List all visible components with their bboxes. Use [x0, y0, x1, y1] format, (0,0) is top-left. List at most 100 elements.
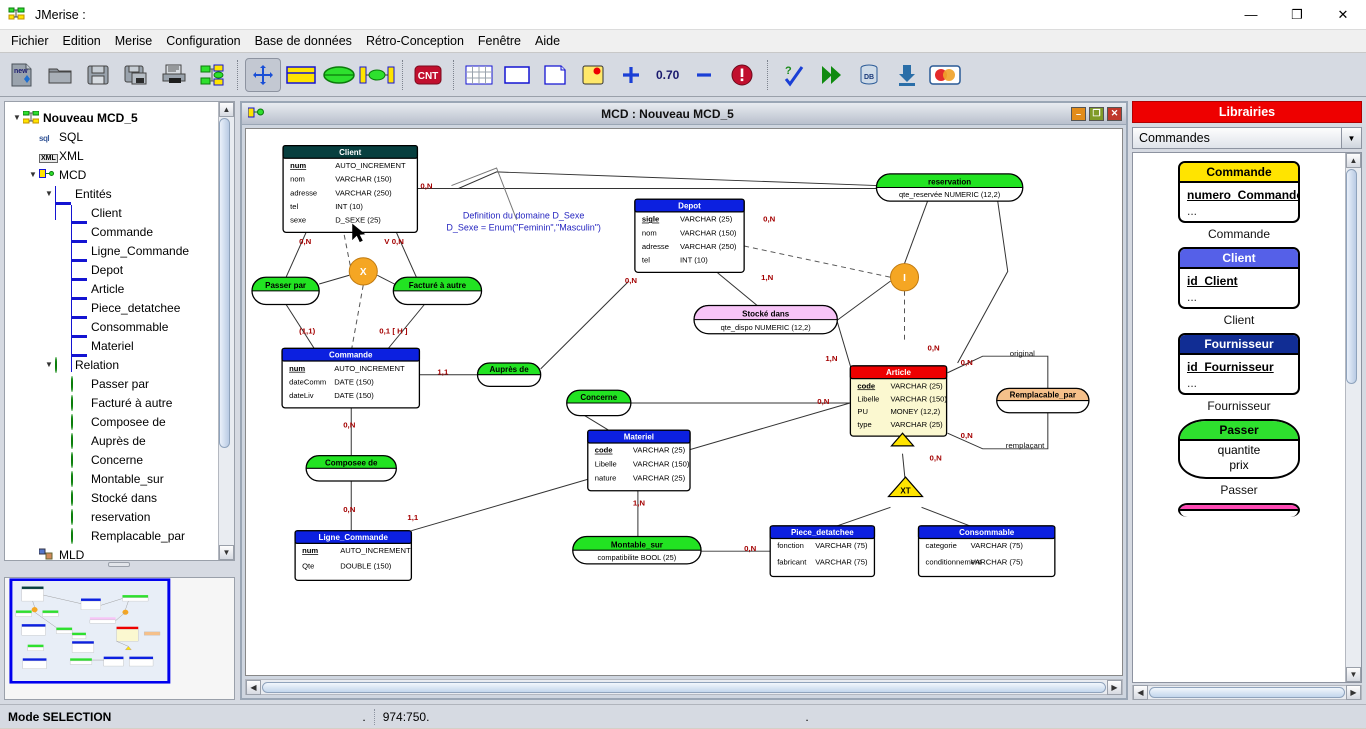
tree-vertical-scrollbar[interactable]: ▲ ▼: [218, 102, 234, 560]
tree-node-concerne[interactable]: Concerne: [11, 450, 216, 469]
mdi-minimize-button[interactable]: –: [1071, 106, 1086, 121]
lib-scroll-down-button[interactable]: ▼: [1346, 667, 1361, 682]
relation-aupr-s-de[interactable]: Auprès de: [476, 362, 542, 388]
tree-node-stock-dans[interactable]: Stocké dans: [11, 488, 216, 507]
tree-node-montable-sur[interactable]: Montable_sur: [11, 469, 216, 488]
menu-configuration[interactable]: Configuration: [159, 31, 247, 51]
scroll-right-button[interactable]: ▶: [1107, 679, 1122, 695]
close-button[interactable]: ✕: [1320, 0, 1366, 30]
database-button[interactable]: DB: [851, 58, 887, 92]
tree-node-reservation[interactable]: reservation: [11, 507, 216, 526]
library-entity-client[interactable]: Client id_Client...: [1178, 247, 1300, 309]
library-item[interactable]: Commande numero_Commande... Commande: [1133, 161, 1345, 241]
open-button[interactable]: [42, 58, 78, 92]
tree-node-depot[interactable]: Depot: [11, 260, 216, 296]
scroll-down-button[interactable]: ▼: [219, 545, 234, 560]
relation-composee-de[interactable]: Composee de: [305, 454, 397, 482]
tree-node-xml[interactable]: XML XML: [11, 146, 216, 165]
menu-retro-conception[interactable]: Rétro-Conception: [359, 31, 471, 51]
add-entity-button[interactable]: [283, 58, 319, 92]
relation-passer-par[interactable]: Passer par: [251, 276, 320, 306]
page-button[interactable]: [499, 58, 535, 92]
relation-concerne[interactable]: Concerne: [566, 389, 632, 417]
error-button[interactable]: [724, 58, 760, 92]
tree-node-passer-par[interactable]: Passer par: [11, 374, 216, 393]
sticky-note-button[interactable]: [575, 58, 611, 92]
lib-scroll-right-button[interactable]: ▶: [1346, 685, 1361, 700]
add-association-button[interactable]: [359, 58, 395, 92]
minimize-button[interactable]: —: [1228, 0, 1274, 30]
tree-expand-toggle[interactable]: ▼: [27, 170, 39, 179]
maximize-button[interactable]: ❐: [1274, 0, 1320, 30]
mcd-diagram[interactable]: Definition du domaine D_Sexe D_Sexe = En…: [246, 129, 1122, 675]
tree-node-nouveau-mcd-5[interactable]: ▼ Nouveau MCD_5: [11, 108, 216, 127]
add-relation-button[interactable]: [321, 58, 357, 92]
lib-hscroll-thumb[interactable]: [1149, 687, 1345, 698]
diagram-canvas[interactable]: Definition du domaine D_Sexe D_Sexe = En…: [245, 128, 1123, 676]
relation-remplacable-par[interactable]: Remplacable_par: [996, 387, 1090, 414]
chevron-down-icon[interactable]: ▼: [1341, 128, 1361, 148]
constraint-i[interactable]: I: [889, 263, 920, 292]
entity-materiel[interactable]: Materiel code VARCHAR (25) Libelle VARCHAR (…: [587, 429, 691, 492]
lib-scroll-up-button[interactable]: ▲: [1346, 153, 1361, 168]
scroll-up-button[interactable]: ▲: [219, 102, 234, 117]
entity-ligne_commande[interactable]: Ligne_Commandenum AUTO_INCREMENT Qte DOUBLE…: [294, 530, 413, 582]
constraint-x[interactable]: X: [348, 257, 378, 286]
mdi-restore-button[interactable]: ❐: [1089, 106, 1104, 121]
entity-piece_detatchee[interactable]: Piece_detatchee fonction VARCHAR (75) fabri…: [769, 525, 876, 578]
menu-fichier[interactable]: Fichier: [4, 31, 56, 51]
tree-node-ligne-commande[interactable]: Ligne_Commande: [11, 241, 216, 277]
import-button[interactable]: [889, 58, 925, 92]
librairies-category-select[interactable]: Commandes ▼: [1132, 127, 1362, 149]
relation-factur-autre[interactable]: Facturé à autre: [392, 276, 483, 306]
model-tree-button[interactable]: [194, 58, 230, 92]
librairies-horizontal-scrollbar[interactable]: ◀ ▶: [1132, 685, 1362, 700]
tree-node-commande[interactable]: Commande: [11, 222, 216, 258]
scroll-left-button[interactable]: ◀: [246, 679, 261, 695]
relation-stock-dans[interactable]: Stocké dans qte_dispo NUMERIC (12,2): [693, 304, 839, 335]
hscroll-thumb[interactable]: [262, 681, 1106, 693]
canvas-horizontal-scrollbar[interactable]: ◀ ▶: [245, 679, 1123, 695]
tree-node-remplacable-par[interactable]: Remplacable_par: [11, 526, 216, 545]
zoom-out-button[interactable]: [686, 58, 722, 92]
grid-button[interactable]: [461, 58, 497, 92]
scroll-thumb[interactable]: [219, 118, 230, 448]
tree-expand-toggle[interactable]: ▼: [43, 189, 55, 198]
tree-node-consommable[interactable]: Consommable: [11, 317, 216, 353]
tree-node-mld[interactable]: MLD: [11, 545, 216, 560]
menu-edition[interactable]: Edition: [56, 31, 108, 51]
library-entity-commande[interactable]: Commande numero_Commande...: [1178, 161, 1300, 223]
tree-node-article[interactable]: Article: [11, 279, 216, 315]
library-relation-passer[interactable]: Passer quantite prix: [1178, 419, 1300, 479]
tree-node-factur-autre[interactable]: Facturé à autre: [11, 393, 216, 412]
new-document-button[interactable]: new: [4, 58, 40, 92]
inheritance-triangle-1[interactable]: XT: [887, 476, 924, 498]
generate-button[interactable]: [813, 58, 849, 92]
librairies-items[interactable]: Commande numero_Commande... Commande Client…: [1133, 153, 1345, 682]
tree-node-relation[interactable]: ▼ Relation: [11, 355, 216, 374]
entity-depot[interactable]: Depot sigle VARCHAR (25) nom VARCHAR (150) ad…: [634, 198, 745, 273]
entity-commande[interactable]: Commande num AUTO_INCREMENT dateComm DATE (1…: [281, 347, 421, 409]
note-page-button[interactable]: [537, 58, 573, 92]
tree-node-piece-detatchee[interactable]: Piece_detatchee: [11, 298, 216, 334]
library-relation-unnamed[interactable]: [1178, 503, 1300, 517]
tree-node-aupr-s-de[interactable]: Auprès de: [11, 431, 216, 450]
tree-node-sql[interactable]: sql SQL: [11, 127, 216, 146]
relation-montable-sur[interactable]: Montable_sur compatibilite BOOL (25): [572, 535, 702, 565]
library-item[interactable]: Client id_Client... Client: [1133, 247, 1345, 327]
select-mode-button[interactable]: [245, 57, 281, 92]
entity-client[interactable]: Client num AUTO_INCREMENTnom VARCHAR (150) a…: [282, 144, 419, 233]
model-tree[interactable]: ▼ Nouveau MCD_5 sql SQL XML XML ▼ MCD ▼ Entités Cl…: [5, 102, 218, 560]
lib-scroll-thumb[interactable]: [1346, 169, 1357, 384]
tree-node-entit-s[interactable]: ▼ Entités: [11, 184, 216, 220]
relation-reservation[interactable]: reservation qte_reservée NUMERIC (12,2): [875, 173, 1024, 202]
library-item[interactable]: [1133, 503, 1345, 517]
scroll-track[interactable]: [219, 117, 234, 545]
entity-article[interactable]: Article code VARCHAR (25) Libelle VARCHAR (1…: [849, 365, 947, 437]
library-item[interactable]: Fournisseur id_Fournisseur... Fournisseur: [1133, 333, 1345, 413]
tree-expand-toggle[interactable]: ▼: [43, 360, 55, 369]
menu-fenetre[interactable]: Fenêtre: [471, 31, 528, 51]
menu-merise[interactable]: Merise: [108, 31, 160, 51]
mdi-close-button[interactable]: ✕: [1107, 106, 1122, 121]
tree-expand-toggle[interactable]: ▼: [11, 113, 23, 122]
